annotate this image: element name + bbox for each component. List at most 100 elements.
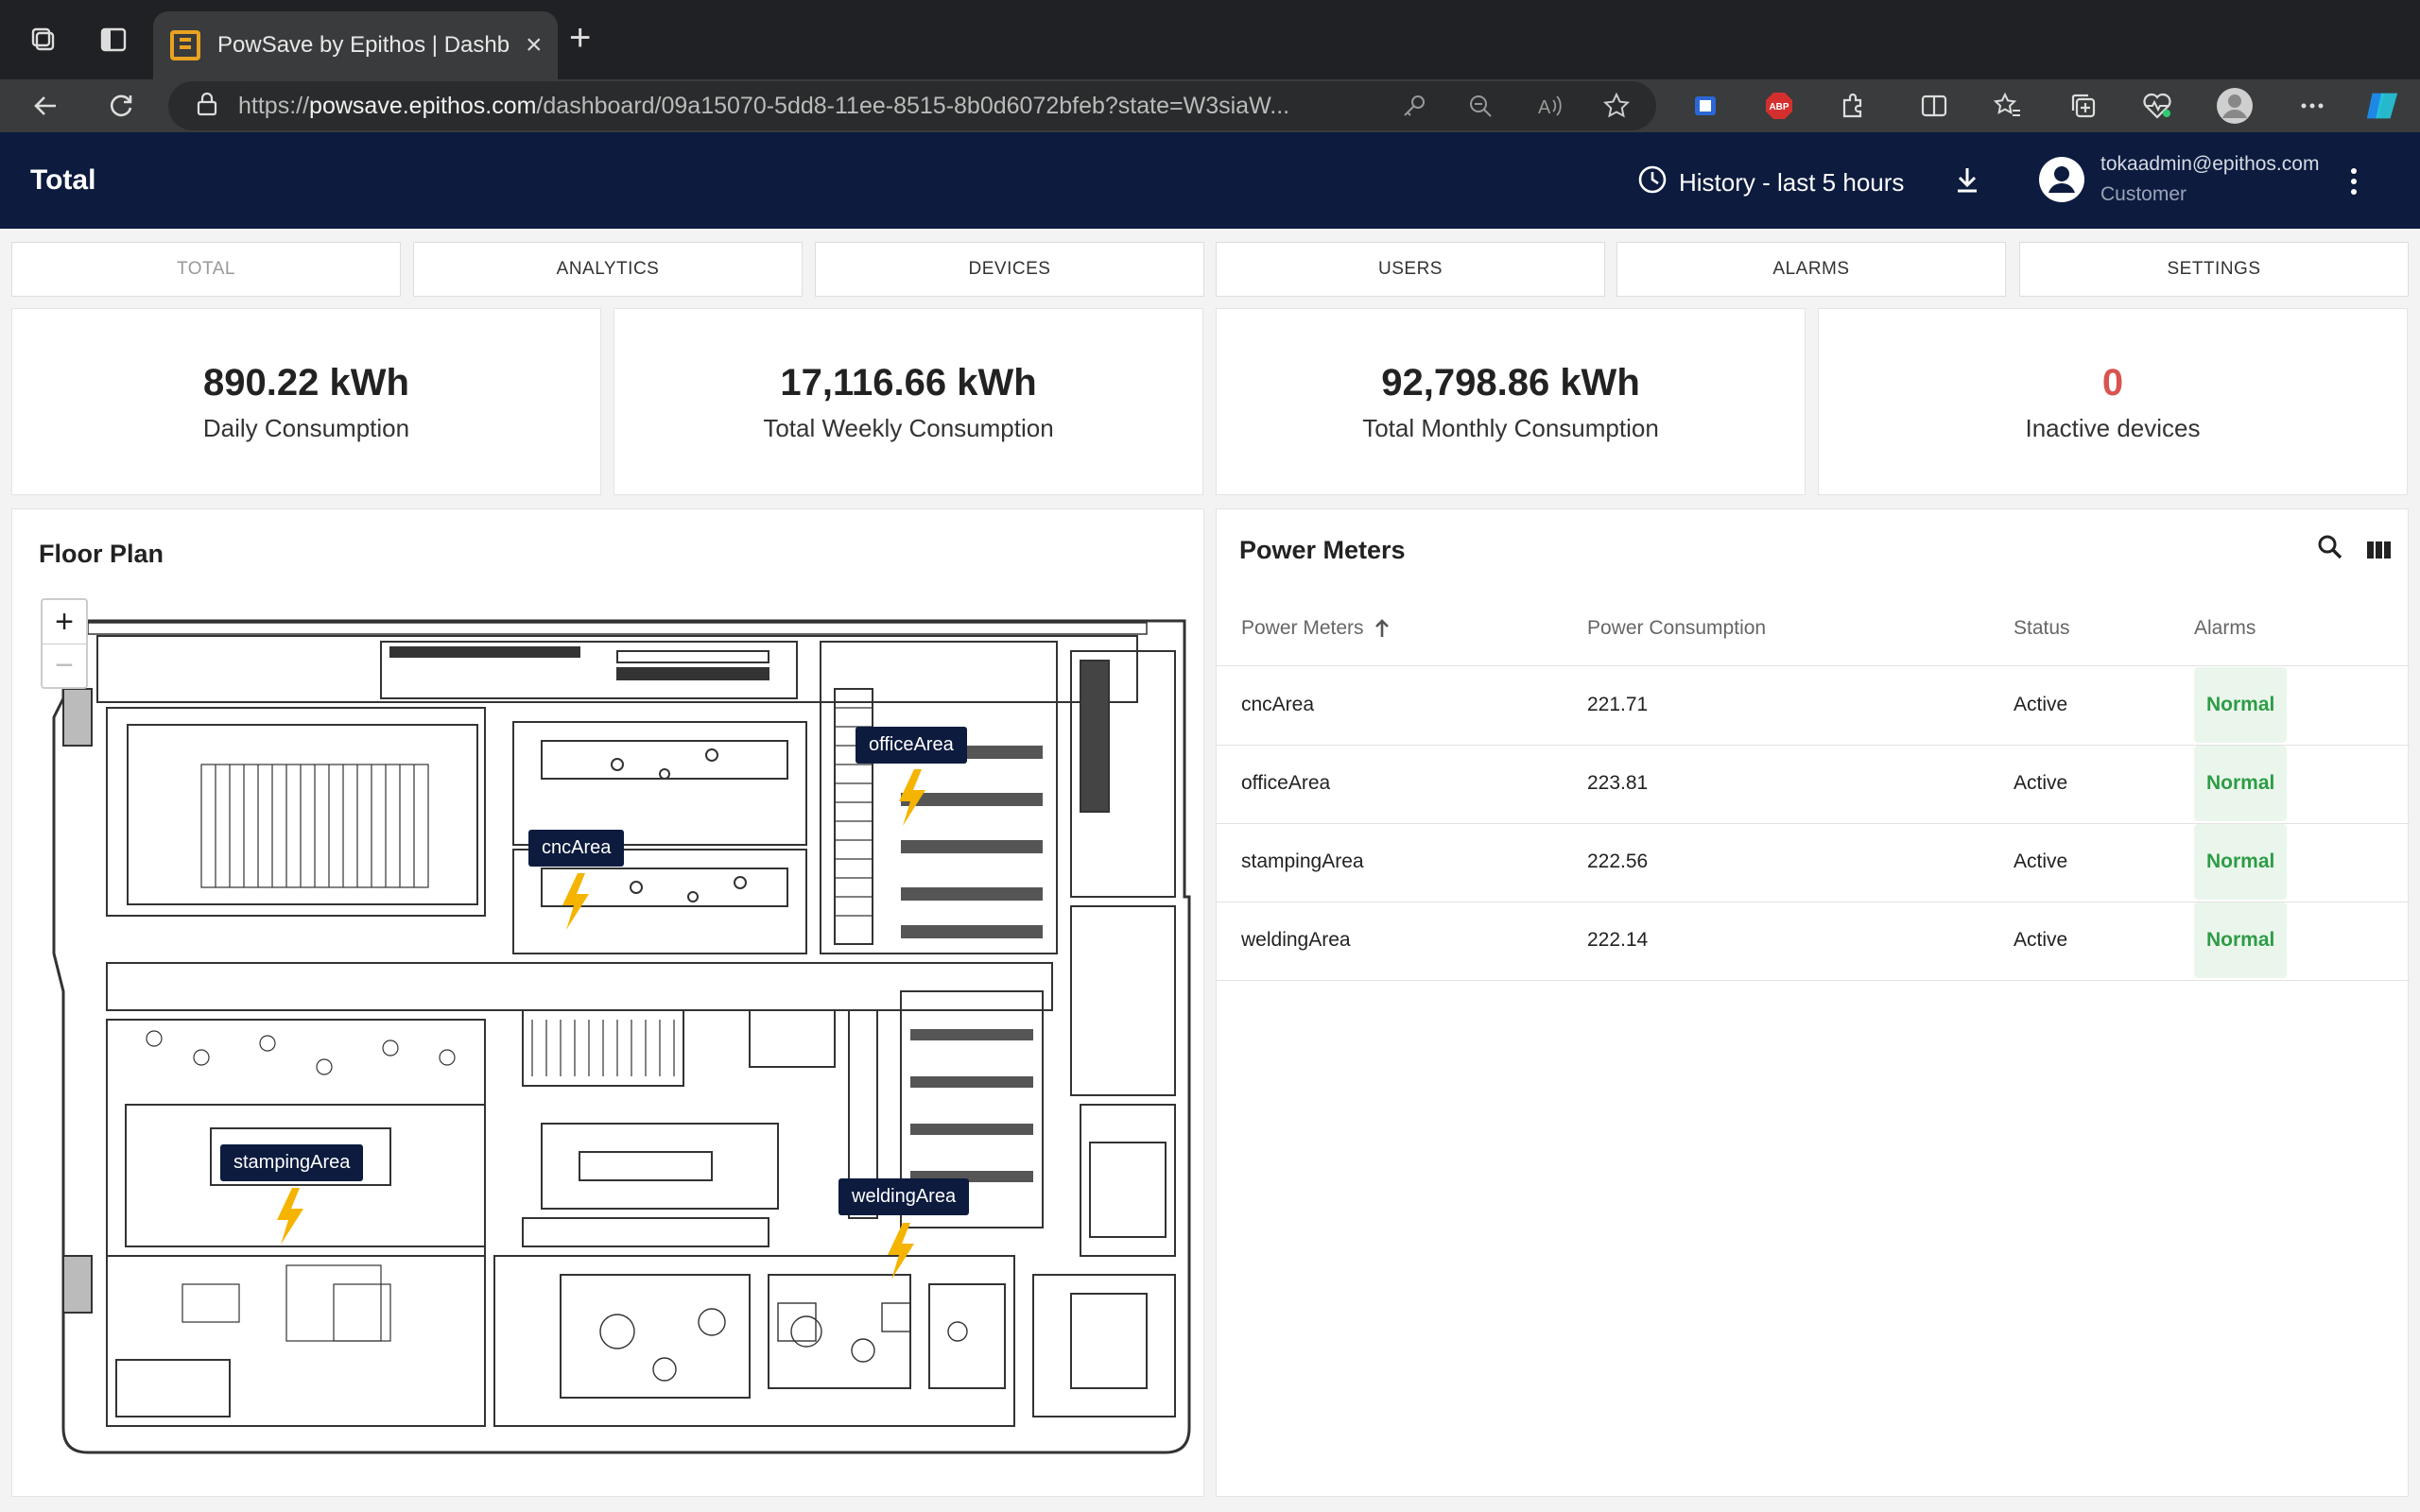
tab-alarms[interactable]: ALARMS [1616, 242, 2006, 297]
floor-plan-card: Floor Plan + − cncArea officeArea stampi… [11, 508, 1204, 1497]
url-scheme: https:// [238, 92, 310, 119]
sort-ascending-icon[interactable] [1374, 618, 1391, 639]
meter-consumption: 223.81 [1587, 772, 1649, 794]
epithos-favicon [170, 30, 200, 60]
kpi-label: Inactive devices [2025, 414, 2201, 442]
svg-text:ABP: ABP [1769, 102, 1789, 112]
marker-label-stamping[interactable]: stampingArea [220, 1144, 364, 1181]
split-screen-icon[interactable] [1915, 87, 1953, 125]
lightning-bolt-icon[interactable] [559, 873, 593, 930]
marker-label-welding[interactable]: weldingArea [838, 1178, 970, 1215]
table-row[interactable]: cncArea 221.71 Active Normal [1217, 667, 2410, 746]
table-row[interactable]: stampingArea 222.56 Active Normal [1217, 824, 2410, 902]
favorite-star-icon[interactable] [1598, 87, 1635, 125]
meter-name: stampingArea [1241, 850, 1364, 872]
collections-icon[interactable] [2065, 87, 2102, 125]
column-header-power-meters[interactable]: Power Meters [1241, 591, 1391, 666]
browser-essentials-icon[interactable] [2138, 87, 2176, 125]
meter-consumption: 222.14 [1587, 929, 1649, 951]
workspaces-icon[interactable] [25, 21, 62, 59]
extension-blue-icon[interactable] [1686, 87, 1724, 125]
page-title: Total [30, 164, 96, 196]
zoom-out-button[interactable]: − [43, 644, 86, 687]
tab-total[interactable]: TOTAL [11, 242, 401, 297]
tab-title: PowSave by Epithos | Dashboard [217, 32, 510, 58]
tab-settings[interactable]: SETTINGS [2019, 242, 2409, 297]
lock-icon[interactable] [197, 92, 217, 121]
more-options-icon[interactable] [2293, 87, 2331, 125]
column-header-consumption[interactable]: Power Consumption [1587, 591, 1766, 666]
marker-label-cnc[interactable]: cncArea [528, 830, 625, 867]
lightning-bolt-icon[interactable] [895, 769, 929, 826]
kpi-value: 0 [2101, 362, 2124, 404]
kpi-value: 17,116.66 kWh [780, 362, 1037, 404]
tab-analytics[interactable]: ANALYTICS [413, 242, 803, 297]
browser-toolbar: https://powsave.epithos.com/dashboard/09… [0, 79, 2420, 132]
user-menu-icon[interactable] [2348, 166, 2360, 201]
table-header: Power Meters Power Consumption Status Al… [1217, 591, 2410, 666]
meter-name: weldingArea [1241, 929, 1351, 951]
meter-name: cncArea [1241, 694, 1315, 715]
zoom-in-button[interactable]: + [43, 600, 86, 644]
new-tab-icon[interactable]: + [569, 19, 591, 57]
back-icon[interactable] [26, 87, 64, 125]
url-path: /dashboard/09a15070-5dd8-11ee-8515-8b0d6… [536, 92, 1290, 119]
clock-icon [1637, 164, 1668, 201]
browser-tab-bar: PowSave by Epithos | Dashboard × + [0, 0, 2420, 79]
table-row[interactable]: officeArea 223.81 Active Normal [1217, 746, 2410, 824]
read-aloud-icon[interactable]: A [1531, 87, 1569, 125]
favorites-icon[interactable] [1989, 87, 2027, 125]
user-avatar-icon[interactable] [2037, 155, 2086, 209]
tab-close-icon[interactable]: × [526, 29, 543, 61]
history-label: History - last 5 hours [1679, 168, 1905, 197]
column-header-status[interactable]: Status [2014, 591, 2070, 666]
tab-devices[interactable]: DEVICES [815, 242, 1204, 297]
power-meters-title: Power Meters [1239, 536, 1406, 564]
tab-users[interactable]: USERS [1216, 242, 1605, 297]
copilot-icon[interactable] [2363, 87, 2401, 125]
url-text[interactable]: https://powsave.epithos.com/dashboard/09… [238, 93, 1289, 120]
lightning-bolt-icon[interactable] [884, 1223, 918, 1280]
zoom-out-icon[interactable] [1461, 87, 1499, 125]
alarm-status-badge: Normal [2194, 667, 2288, 743]
reload-icon[interactable] [102, 87, 140, 125]
meter-status: Active [2014, 929, 2068, 951]
kpi-value: 92,798.86 kWh [1381, 362, 1640, 404]
url-host: powsave.epithos.com [309, 92, 537, 119]
user-email: tokaadmin@epithos.com [2100, 153, 2320, 175]
meter-status: Active [2014, 772, 2068, 794]
history-timewindow-button[interactable]: History - last 5 hours [1637, 164, 1904, 201]
column-header-label: Power Meters [1241, 617, 1364, 639]
map-zoom-control: + − [41, 598, 88, 689]
key-icon[interactable] [1395, 87, 1433, 125]
kpi-daily-consumption: 890.22 kWh Daily Consumption [11, 308, 601, 495]
kpi-label: Daily Consumption [202, 414, 410, 442]
extensions-icon[interactable] [1834, 87, 1872, 125]
power-meters-card: Power Meters Power Meters Power Consumpt… [1216, 508, 2410, 1497]
browser-tab-active[interactable]: PowSave by Epithos | Dashboard × [153, 11, 558, 79]
dashboard-tabs: TOTAL ANALYTICS DEVICES USERS ALARMS SET… [11, 242, 2409, 297]
column-header-alarms[interactable]: Alarms [2194, 591, 2256, 666]
lightning-bolt-icon[interactable] [273, 1188, 307, 1245]
marker-label-office[interactable]: officeArea [856, 727, 967, 764]
kpi-label: Total Monthly Consumption [1362, 414, 1659, 442]
search-icon[interactable] [2315, 532, 2345, 567]
adblock-icon[interactable]: ABP [1760, 87, 1798, 125]
floor-plan-title: Floor Plan [39, 540, 164, 568]
profile-avatar-icon[interactable] [2216, 87, 2254, 125]
meter-consumption: 221.71 [1587, 694, 1649, 715]
table-row[interactable]: weldingArea 222.14 Active Normal [1217, 902, 2410, 981]
tab-actions-icon[interactable] [95, 21, 132, 59]
alarm-status-badge: Normal [2194, 746, 2288, 821]
meter-status: Active [2014, 694, 2068, 715]
kpi-weekly-consumption: 17,116.66 kWh Total Weekly Consumption [614, 308, 1203, 495]
svg-text:A: A [1538, 97, 1551, 118]
columns-icon[interactable] [2364, 536, 2393, 569]
floor-plan-drawing[interactable] [50, 613, 1194, 1454]
alarm-status-badge: Normal [2194, 902, 2288, 978]
download-icon[interactable] [1951, 164, 1983, 201]
kpi-value: 890.22 kWh [203, 362, 409, 404]
meter-consumption: 222.56 [1587, 850, 1649, 872]
alarm-status-badge: Normal [2194, 824, 2288, 900]
user-role: Customer [2100, 183, 2187, 205]
